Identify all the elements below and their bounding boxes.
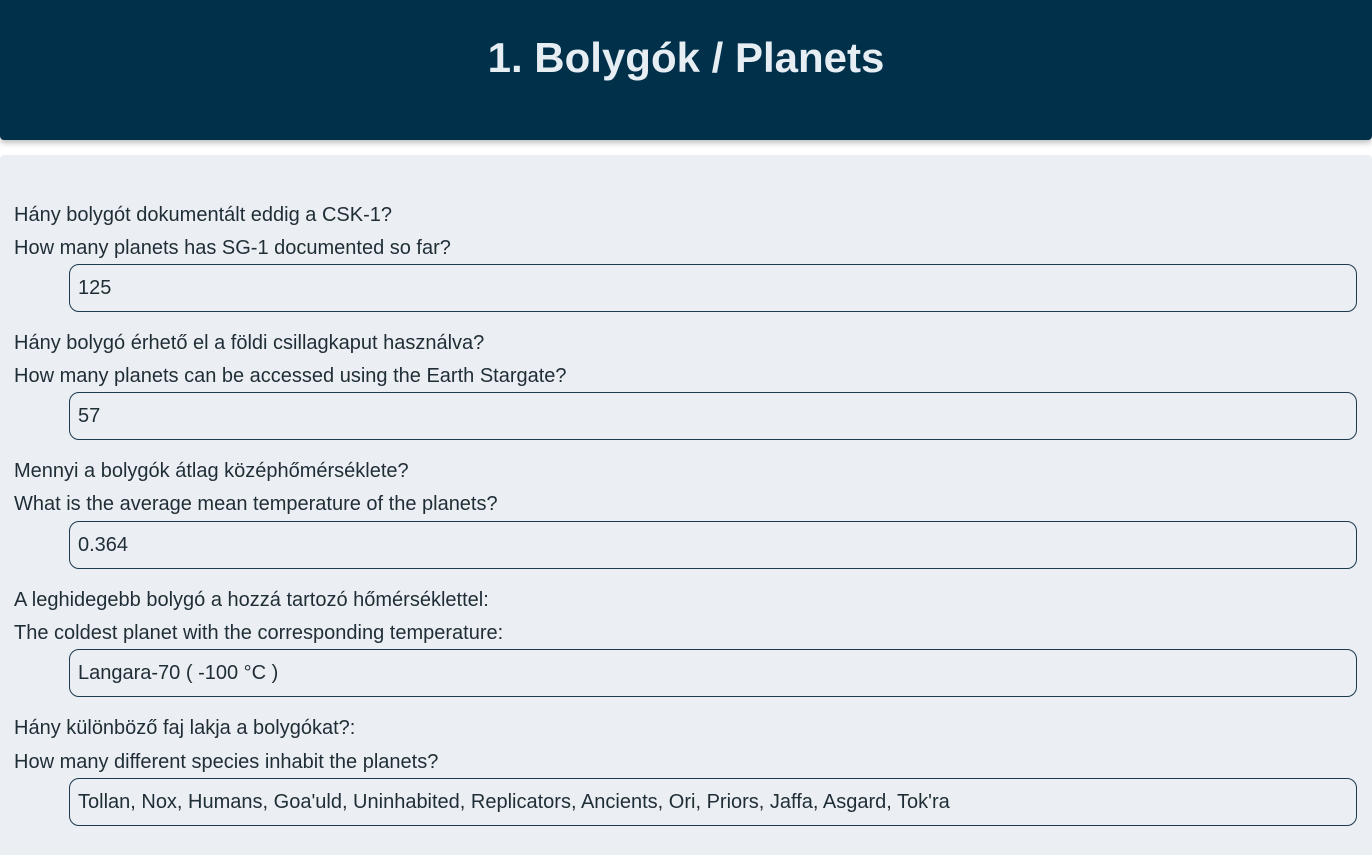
question-en: The coldest planet with the correspondin… (14, 622, 504, 644)
question-hu: Hány bolygót dokumentált eddig a CSK-1? (14, 204, 393, 226)
answer-field[interactable] (69, 649, 1357, 697)
page-header: 1. Bolygók / Planets (0, 0, 1372, 140)
answer-field[interactable] (69, 521, 1357, 569)
page-title: 1. Bolygók / Planets (487, 34, 885, 81)
question-en: How many planets can be accessed using t… (14, 365, 567, 387)
question-hu: Hány bolygó érhető el a földi csillagkap… (14, 332, 485, 354)
answer-field[interactable] (69, 264, 1357, 312)
question-en: How many planets has SG-1 documented so … (14, 237, 451, 259)
answer-field[interactable] (69, 392, 1357, 440)
answer-field[interactable] (69, 778, 1357, 826)
question-en: What is the average mean temperature of … (14, 493, 498, 515)
question-en: How many different species inhabit the p… (14, 751, 439, 773)
question-hu: Mennyi a bolygók átlag középhőmérséklete… (14, 460, 409, 482)
question-hu: Hány különböző faj lakja a bolygókat?: (14, 717, 356, 739)
question-hu: A leghidegebb bolygó a hozzá tartozó hőm… (14, 589, 489, 611)
